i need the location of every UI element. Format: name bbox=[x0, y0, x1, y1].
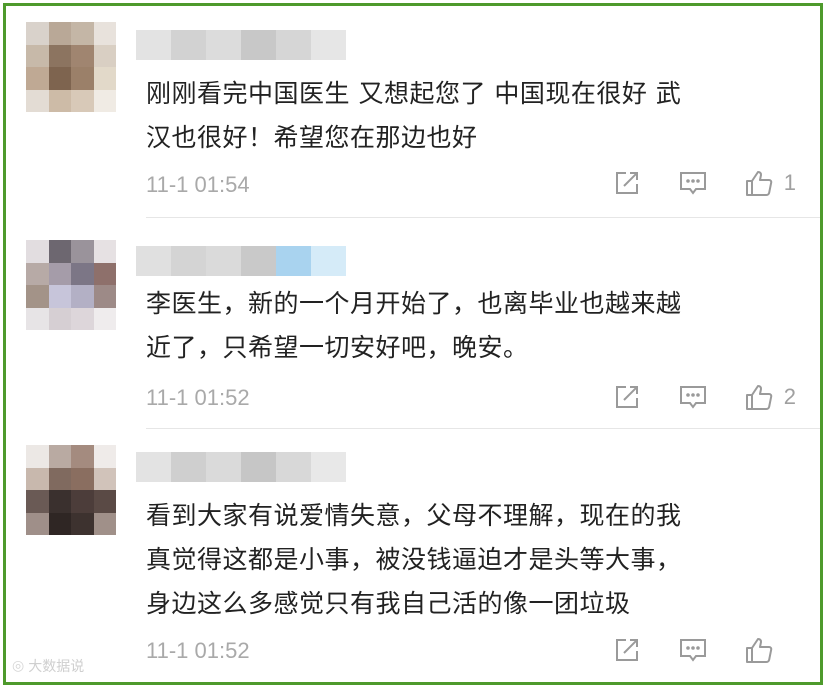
comment-text: 李医生，新的一个月开始了，也离毕业也越来越 近了，只希望一切安好吧，晚安。 bbox=[146, 289, 682, 362]
comment-text: 看到大家有说爱情失意，父母不理解，现在的我 真觉得这都是小事，被没钱逼迫才是头等… bbox=[146, 501, 682, 618]
comment-actions: 1 bbox=[612, 168, 796, 198]
comment-item: 看到大家有说爱情失意，父母不理解，现在的我 真觉得这都是小事，被没钱逼迫才是头等… bbox=[6, 429, 820, 682]
share-icon[interactable] bbox=[612, 168, 642, 198]
comment-item: 刚刚看完中国医生 又想起您了 中国现在很好 武 汉也很好！希望您在那边也好 11… bbox=[6, 6, 820, 218]
watermark-text: 大数据说 bbox=[28, 659, 85, 675]
avatar[interactable] bbox=[26, 240, 116, 330]
comment-timestamp: 11-1 01:52 bbox=[146, 638, 250, 663]
comment-text: 刚刚看完中国医生 又想起您了 中国现在很好 武 汉也很好！希望您在那边也好 bbox=[146, 79, 682, 152]
comment-item: 李医生，新的一个月开始了，也离毕业也越来越 近了，只希望一切安好吧，晚安。 11… bbox=[6, 218, 820, 429]
comment-timestamp: 11-1 01:54 bbox=[146, 172, 250, 197]
weibo-logo-icon: ◎ bbox=[12, 658, 25, 674]
avatar[interactable] bbox=[26, 445, 116, 535]
username-blurred[interactable] bbox=[136, 30, 346, 60]
comment-icon[interactable] bbox=[678, 635, 708, 665]
avatar[interactable] bbox=[26, 22, 116, 112]
like-count: 2 bbox=[783, 384, 796, 409]
share-icon[interactable] bbox=[612, 382, 642, 412]
share-icon[interactable] bbox=[612, 635, 642, 665]
username-blurred[interactable] bbox=[136, 246, 346, 276]
thumbs-up-icon[interactable] bbox=[744, 382, 774, 412]
watermark: ◎ 大数据说 bbox=[12, 656, 84, 676]
comment-icon[interactable] bbox=[678, 168, 708, 198]
comment-list-frame: 刚刚看完中国医生 又想起您了 中国现在很好 武 汉也很好！希望您在那边也好 11… bbox=[3, 3, 823, 685]
comment-timestamp: 11-1 01:52 bbox=[146, 385, 250, 410]
comment-actions: 2 bbox=[612, 382, 796, 412]
thumbs-up-icon[interactable] bbox=[744, 635, 774, 665]
thumbs-up-icon[interactable] bbox=[744, 168, 774, 198]
comment-icon[interactable] bbox=[678, 382, 708, 412]
comment-actions bbox=[612, 635, 796, 665]
like-count: 1 bbox=[783, 170, 796, 195]
username-blurred[interactable] bbox=[136, 452, 346, 482]
